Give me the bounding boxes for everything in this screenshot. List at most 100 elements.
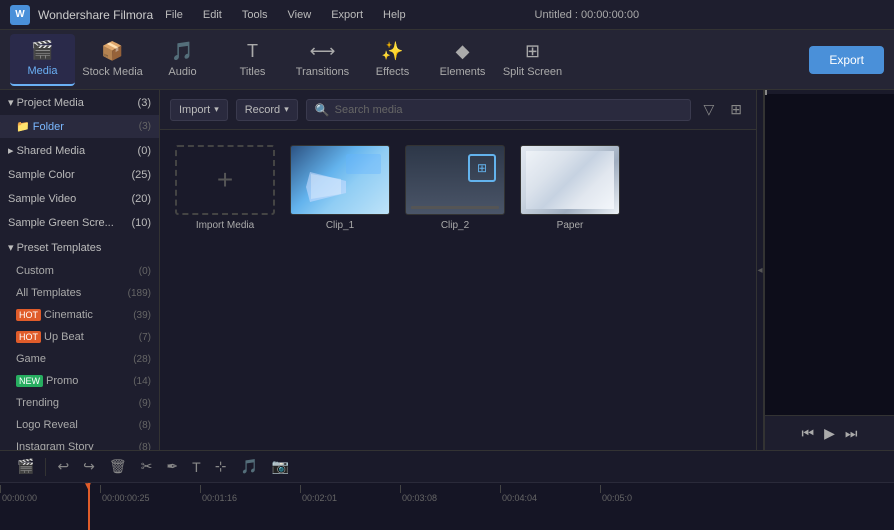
sidebar-section-shared-media[interactable]: ▸ Shared Media(0) — [0, 138, 159, 163]
import-caret: ▾ — [214, 104, 219, 115]
hot-badge: HOT — [16, 331, 41, 343]
sidebar-item-up-beat[interactable]: HOTUp Beat (7) — [0, 326, 159, 348]
ruler-label-2: 00:01:16 — [202, 493, 237, 503]
ruler-label-5: 00:04:04 — [502, 493, 537, 503]
audio-button[interactable]: 🎵 — [237, 455, 260, 478]
toolbar-item-audio[interactable]: 🎵 Audio — [150, 34, 215, 86]
clip1-thumb — [290, 145, 390, 215]
hot-badge: HOT — [16, 309, 41, 321]
paper-item[interactable]: Paper — [520, 145, 620, 231]
toolbar-label-titles: Titles — [240, 66, 266, 78]
sidebar-item-instagram-story[interactable]: Instagram Story (8) — [0, 436, 159, 450]
preview-play-button[interactable]: ▶ — [824, 425, 835, 442]
ruler-mark-5: 00:04:04 — [500, 485, 600, 503]
media-toolbar: Import ▾ Record ▾ 🔍 ▽ ⊞ — [160, 90, 756, 130]
clip2-preview: ⊞ — [406, 146, 504, 214]
ruler-mark-6: 00:05:0 — [600, 485, 700, 503]
sidebar-section-preset-templates[interactable]: ▾ Preset Templates — [0, 235, 159, 260]
import-media-item[interactable]: + Import Media — [175, 145, 275, 231]
trending-label: Trending — [16, 397, 59, 409]
preview-next-button[interactable]: ⏭ — [845, 425, 858, 442]
sidebar-section-project-media[interactable]: ▾ Project Media(3) — [0, 90, 159, 115]
project-media-count: (3) — [138, 97, 151, 109]
logo-reveal-label: Logo Reveal — [16, 419, 78, 431]
tl-divider-1 — [45, 458, 46, 476]
filter-icon[interactable]: ▽ — [699, 99, 718, 120]
sidebar-item-custom[interactable]: Custom (0) — [0, 260, 159, 282]
sample-video-label: Sample Video — [8, 193, 76, 205]
undo-button[interactable]: ↩ — [54, 455, 72, 478]
pen-button[interactable]: ✒ — [163, 455, 181, 478]
custom-count: (0) — [139, 266, 151, 277]
menu-item-help[interactable]: Help — [379, 7, 410, 23]
ruler-line-1 — [100, 485, 101, 493]
import-button[interactable]: Import ▾ — [170, 99, 228, 121]
toolbar-label-transitions: Transitions — [296, 66, 349, 78]
game-count: (28) — [133, 354, 151, 365]
main-content: ▾ Project Media(3)📁 Folder(3)▸ Shared Me… — [0, 90, 894, 450]
toolbar-item-stock-media[interactable]: 📦 Stock Media — [80, 34, 145, 86]
clip2-item[interactable]: ⊞ Clip_2 — [405, 145, 505, 231]
collapse-handle[interactable]: ◂ — [756, 90, 764, 450]
toolbar-item-titles[interactable]: T Titles — [220, 34, 285, 86]
toolbar-item-transitions[interactable]: ⟷ Transitions — [290, 34, 355, 86]
media-grid: + Import Media Clip_1 ⊞ — [160, 130, 756, 450]
sample-video-count: (20) — [131, 193, 151, 205]
ruler-mark-1: 00:00:00:25 — [100, 485, 200, 503]
add-media-icon[interactable]: 🎬 — [14, 455, 37, 478]
ruler-marks: 00:00:00 00:00:00:25 00:01:16 00:02:01 0… — [0, 483, 894, 530]
ruler-label-0: 00:00:00 — [2, 493, 37, 503]
instagram-story-label: Instagram Story — [16, 441, 94, 450]
split-screen-icon: ⊞ — [525, 41, 540, 62]
sidebar-item-trending[interactable]: Trending (9) — [0, 392, 159, 414]
sidebar-item-promo[interactable]: NEWPromo (14) — [0, 370, 159, 392]
record-button[interactable]: Record ▾ — [236, 99, 298, 121]
search-input[interactable] — [335, 104, 683, 116]
export-button[interactable]: Export — [809, 46, 884, 74]
preview-prev-button[interactable]: ⏮ — [802, 425, 815, 442]
sidebar-item-folder[interactable]: 📁 Folder(3) — [0, 115, 159, 138]
menu-item-file[interactable]: File — [161, 7, 187, 23]
title-bar: W Wondershare Filmora FileEditToolsViewE… — [0, 0, 894, 30]
crop-button[interactable]: ⊹ — [212, 455, 230, 478]
sidebar-section-sample-color[interactable]: Sample Color(25) — [0, 163, 159, 187]
timeline: 🎬 ↩ ↪ 🗑 ✂ ✒ T ⊹ 🎵 📷 00:00:00 00:00:00:25… — [0, 450, 894, 530]
grid-view-icon[interactable]: ⊞ — [726, 99, 746, 120]
menu-bar: File Edit Tools View Export Help — [161, 7, 409, 23]
sidebar-item-logo-reveal[interactable]: Logo Reveal (8) — [0, 414, 159, 436]
sidebar-item-all-templates[interactable]: All Templates (189) — [0, 282, 159, 304]
text-button[interactable]: T — [189, 456, 204, 478]
toolbar-item-media[interactable]: 🎬 Media — [10, 34, 75, 86]
import-media-label: Import Media — [196, 220, 254, 231]
toolbar-item-effects[interactable]: ✨ Effects — [360, 34, 425, 86]
folder-label: 📁 Folder — [16, 120, 64, 133]
sidebar-section-sample-video[interactable]: Sample Video (20) — [0, 187, 159, 211]
shared-media-count: (0) — [138, 145, 151, 157]
import-media-thumb[interactable]: + — [175, 145, 275, 215]
paper-label: Paper — [557, 220, 584, 231]
record-caret: ▾ — [284, 104, 289, 115]
menu-item-tools[interactable]: Tools — [238, 7, 272, 23]
menu-item-view[interactable]: View — [284, 7, 316, 23]
delete-button[interactable]: 🗑 — [106, 455, 130, 478]
toolbar-item-elements[interactable]: ◆ Elements — [430, 34, 495, 86]
ruler-label-4: 00:03:08 — [402, 493, 437, 503]
snapshot-button[interactable]: 📷 — [269, 455, 292, 478]
toolbar: 🎬 Media 📦 Stock Media 🎵 Audio T Titles ⟷… — [0, 30, 894, 90]
sidebar-item-cinematic[interactable]: HOTCinematic (39) — [0, 304, 159, 326]
preview-marker — [765, 90, 767, 95]
transitions-icon: ⟷ — [310, 41, 336, 62]
playhead[interactable] — [88, 483, 90, 530]
redo-button[interactable]: ↪ — [80, 455, 98, 478]
timeline-toolbar: 🎬 ↩ ↪ 🗑 ✂ ✒ T ⊹ 🎵 📷 — [0, 451, 894, 483]
clip1-item[interactable]: Clip_1 — [290, 145, 390, 231]
sidebar-item-game[interactable]: Game (28) — [0, 348, 159, 370]
ruler-mark-3: 00:02:01 — [300, 485, 400, 503]
menu-item-edit[interactable]: Edit — [199, 7, 226, 23]
menu-item-export[interactable]: Export — [327, 7, 367, 23]
toolbar-item-split-screen[interactable]: ⊞ Split Screen — [500, 34, 565, 86]
sidebar-section-sample-green-screen[interactable]: Sample Green Scre...(10) — [0, 211, 159, 235]
preview-panel: ⏮ ▶ ⏭ — [764, 90, 894, 450]
title-bar-left: W Wondershare Filmora FileEditToolsViewE… — [10, 5, 410, 25]
cut-button[interactable]: ✂ — [138, 455, 156, 478]
